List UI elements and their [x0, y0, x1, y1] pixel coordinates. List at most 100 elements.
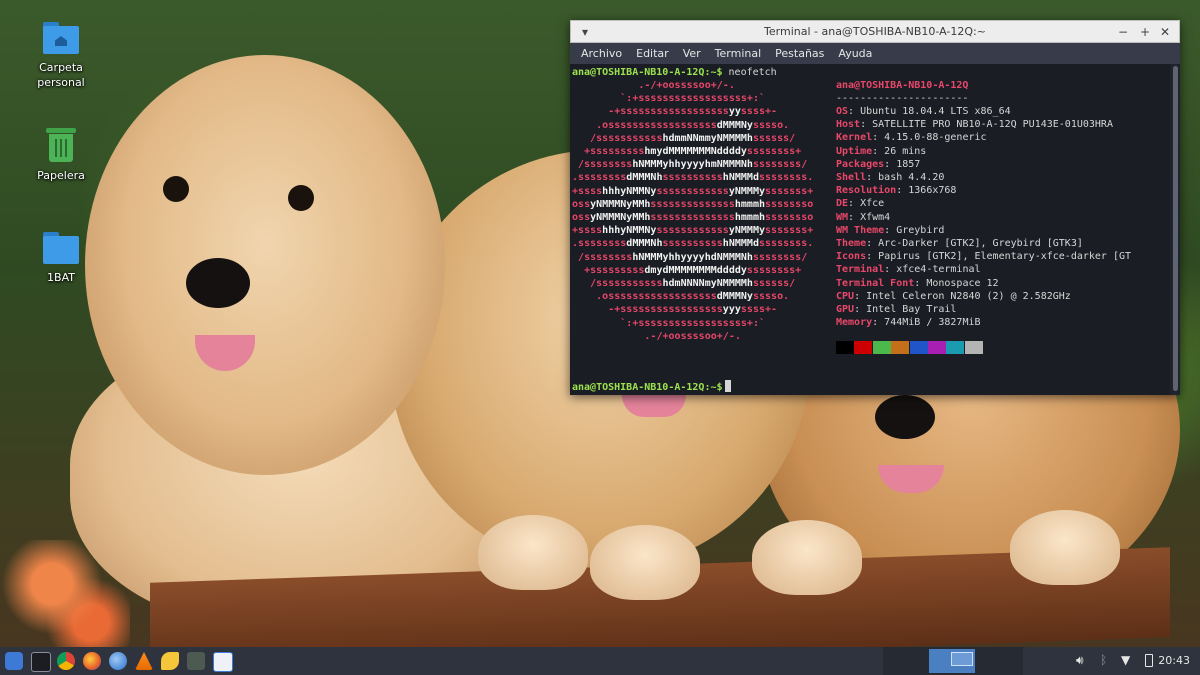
logo-line: /sssssssshNMMMyhhyyyyhmNMMMNhssssssss/ — [578, 159, 808, 171]
info-row: Terminal Font: Monospace 12 — [836, 277, 999, 289]
clock[interactable]: 20:43 — [1158, 654, 1190, 667]
calculator-icon[interactable] — [187, 652, 205, 670]
info-key: DE — [836, 198, 849, 210]
firefox-icon[interactable] — [83, 652, 101, 670]
scrollbar[interactable] — [1170, 64, 1180, 395]
info-value: Xfwm4 — [860, 211, 891, 223]
workspace-1[interactable] — [929, 649, 975, 673]
info-row: WM Theme: Greybird — [836, 224, 945, 236]
logo-line: +ssssssssshmydMMMMMMMNddddyssssssss+ — [584, 146, 802, 157]
logo-line: .-/+oossssoo+/-. — [638, 80, 735, 91]
info-row: CPU: Intel Celeron N2840 (2) @ 2.582GHz — [836, 290, 1071, 302]
bluetooth-icon[interactable]: ᛒ — [1100, 653, 1107, 667]
palette-swatch — [836, 341, 854, 354]
info-value: xfce4-terminal — [896, 264, 981, 276]
banana-icon[interactable] — [161, 652, 179, 670]
menu-ver[interactable]: Ver — [676, 47, 708, 60]
info-key: CPU — [836, 290, 855, 302]
desktop-icon-home[interactable]: Carpeta personal — [16, 22, 106, 90]
terminal-window[interactable]: ▾ Terminal - ana@TOSHIBA-NB10-A-12Q:~ − … — [570, 20, 1180, 395]
info-value: 4.15.0-88-generic — [884, 132, 987, 144]
info-row: GPU: Intel Bay Trail — [836, 304, 957, 315]
prompt: ana@TOSHIBA-NB10-A-12Q:~$ — [572, 382, 723, 393]
info-value: 1366x768 — [908, 185, 957, 197]
logo-line: +sssshhhyNMMNyssssssssssssyNMMMysssssss+ — [572, 185, 814, 197]
desktop-icon-label: Carpeta personal — [37, 61, 85, 89]
window-titlebar[interactable]: ▾ Terminal - ana@TOSHIBA-NB10-A-12Q:~ − … — [570, 20, 1180, 43]
info-value: Monospace 12 — [926, 277, 999, 289]
workspace-switcher[interactable] — [883, 647, 1023, 675]
text-cursor — [724, 380, 731, 392]
info-row: Packages: 1857 — [836, 158, 921, 170]
info-row: WM: Xfwm4 — [836, 211, 891, 223]
desktop-icon-label: Papelera — [37, 169, 85, 182]
info-row: Host: SATELLITE PRO NB10-A-12Q PU143E-01… — [836, 119, 1113, 131]
battery-icon[interactable] — [1145, 654, 1153, 667]
info-value: Greybird — [896, 224, 945, 236]
logo-line: -+ssssssssssssssssssyyssss+- — [608, 106, 778, 118]
volume-icon[interactable]: 🔊︎ — [1076, 653, 1084, 668]
menu-pestanas[interactable]: Pestañas — [768, 47, 831, 60]
text-editor-icon[interactable] — [213, 652, 233, 672]
info-key: Uptime — [836, 145, 873, 157]
info-value: Ubuntu 18.04.4 LTS x86_64 — [860, 106, 1011, 117]
menu-terminal[interactable]: Terminal — [708, 47, 769, 60]
info-value: Xfce — [860, 198, 885, 210]
logo-line: +sssssssssdmydMMMMMMMMddddyssssssss+ — [584, 264, 802, 276]
logo-line: `:+ssssssssssssssssss+:` — [620, 317, 765, 329]
logo-line: `:+ssssssssssssssssss+:` — [620, 93, 765, 105]
info-value: SATELLITE PRO NB10-A-12Q PU143E-01U03HRA — [872, 119, 1113, 131]
info-value: Intel Celeron N2840 (2) @ 2.582GHz — [866, 290, 1071, 302]
maximize-icon[interactable]: + — [1137, 24, 1153, 40]
info-row: Uptime: 26 mins — [836, 145, 927, 157]
desktop-icon-label: 1BAT — [47, 271, 75, 284]
menu-editar[interactable]: Editar — [629, 47, 676, 60]
logo-line: /ssssssssssshdmmNNmmyNMMMMhssssss/ — [590, 132, 796, 144]
logo-line: ossyNMMMNyMMhsssssssssssssshmmmhssssssso — [572, 198, 814, 210]
palette-swatch — [872, 341, 891, 354]
desktop-icon-1bat[interactable]: 1BAT — [16, 232, 106, 285]
command-line: ana@TOSHIBA-NB10-A-12Q:~$ — [572, 380, 731, 394]
menu-archivo[interactable]: Archivo — [574, 47, 629, 60]
info-key: Shell — [836, 172, 867, 183]
info-key: Icons — [836, 251, 867, 263]
info-row: DE: Xfce — [836, 198, 885, 210]
command: neofetch — [722, 67, 777, 78]
info-row: Theme: Arc-Darker [GTK2], Greybird [GTK3… — [836, 238, 1083, 249]
minimize-icon[interactable]: − — [1115, 24, 1131, 40]
info-key: Theme — [836, 238, 867, 249]
vlc-icon[interactable] — [135, 652, 153, 670]
info-key: Terminal — [836, 264, 885, 276]
whisker-menu-icon[interactable] — [5, 652, 23, 670]
menu-ayuda[interactable]: Ayuda — [831, 47, 879, 60]
terminal-output[interactable]: ana@TOSHIBA-NB10-A-12Q:~$ neofetch .-/+o… — [570, 64, 1180, 395]
info-row: Memory: 744MiB / 3827MiB — [836, 317, 981, 329]
logo-line: /sssssssshNMMMyhhyyyyhdNMMMNhssssssss/ — [578, 251, 808, 263]
logo-line: +sssshhhyNMMNyssssssssssssyNMMMysssssss+ — [572, 225, 814, 237]
info-value: bash 4.4.20 — [878, 172, 945, 183]
wifi-icon[interactable]: ▼ — [1121, 653, 1130, 667]
terminal-menubar: Archivo Editar Ver Terminal Pestañas Ayu… — [570, 43, 1180, 64]
chrome-icon[interactable] — [57, 652, 75, 670]
info-key: WM — [836, 211, 849, 223]
palette-swatch — [946, 341, 965, 354]
info-value: Papirus [GTK2], Elementary-xfce-darker [… — [878, 251, 1132, 263]
logo-line: .ossssssssssssssssssdMMMNysssso. — [596, 119, 790, 131]
info-row: Kernel: 4.15.0-88-generic — [836, 132, 987, 144]
thunderbird-icon[interactable] — [109, 652, 127, 670]
info-row: Shell: bash 4.4.20 — [836, 172, 945, 183]
folder-icon — [43, 232, 79, 264]
info-row: Terminal: xfce4-terminal — [836, 264, 981, 276]
scrollbar-thumb[interactable] — [1173, 66, 1178, 391]
palette-swatch — [964, 341, 983, 354]
info-key: Resolution — [836, 185, 897, 197]
terminal-icon[interactable] — [31, 652, 51, 672]
info-key: GPU — [836, 304, 855, 315]
taskbar: 🔊︎ ᛒ ▼ 20:43 — [0, 647, 1200, 675]
info-value: 744MiB / 3827MiB — [884, 317, 981, 329]
close-icon[interactable]: ✕ — [1157, 24, 1173, 40]
info-key: Terminal Font — [836, 277, 915, 289]
desktop-icon-trash[interactable]: Papelera — [16, 126, 106, 183]
command-line: ana@TOSHIBA-NB10-A-12Q:~$ neofetch — [572, 66, 777, 79]
logo-line: /ssssssssssshdmNNNNmyNMMMMhssssss/ — [590, 278, 796, 289]
